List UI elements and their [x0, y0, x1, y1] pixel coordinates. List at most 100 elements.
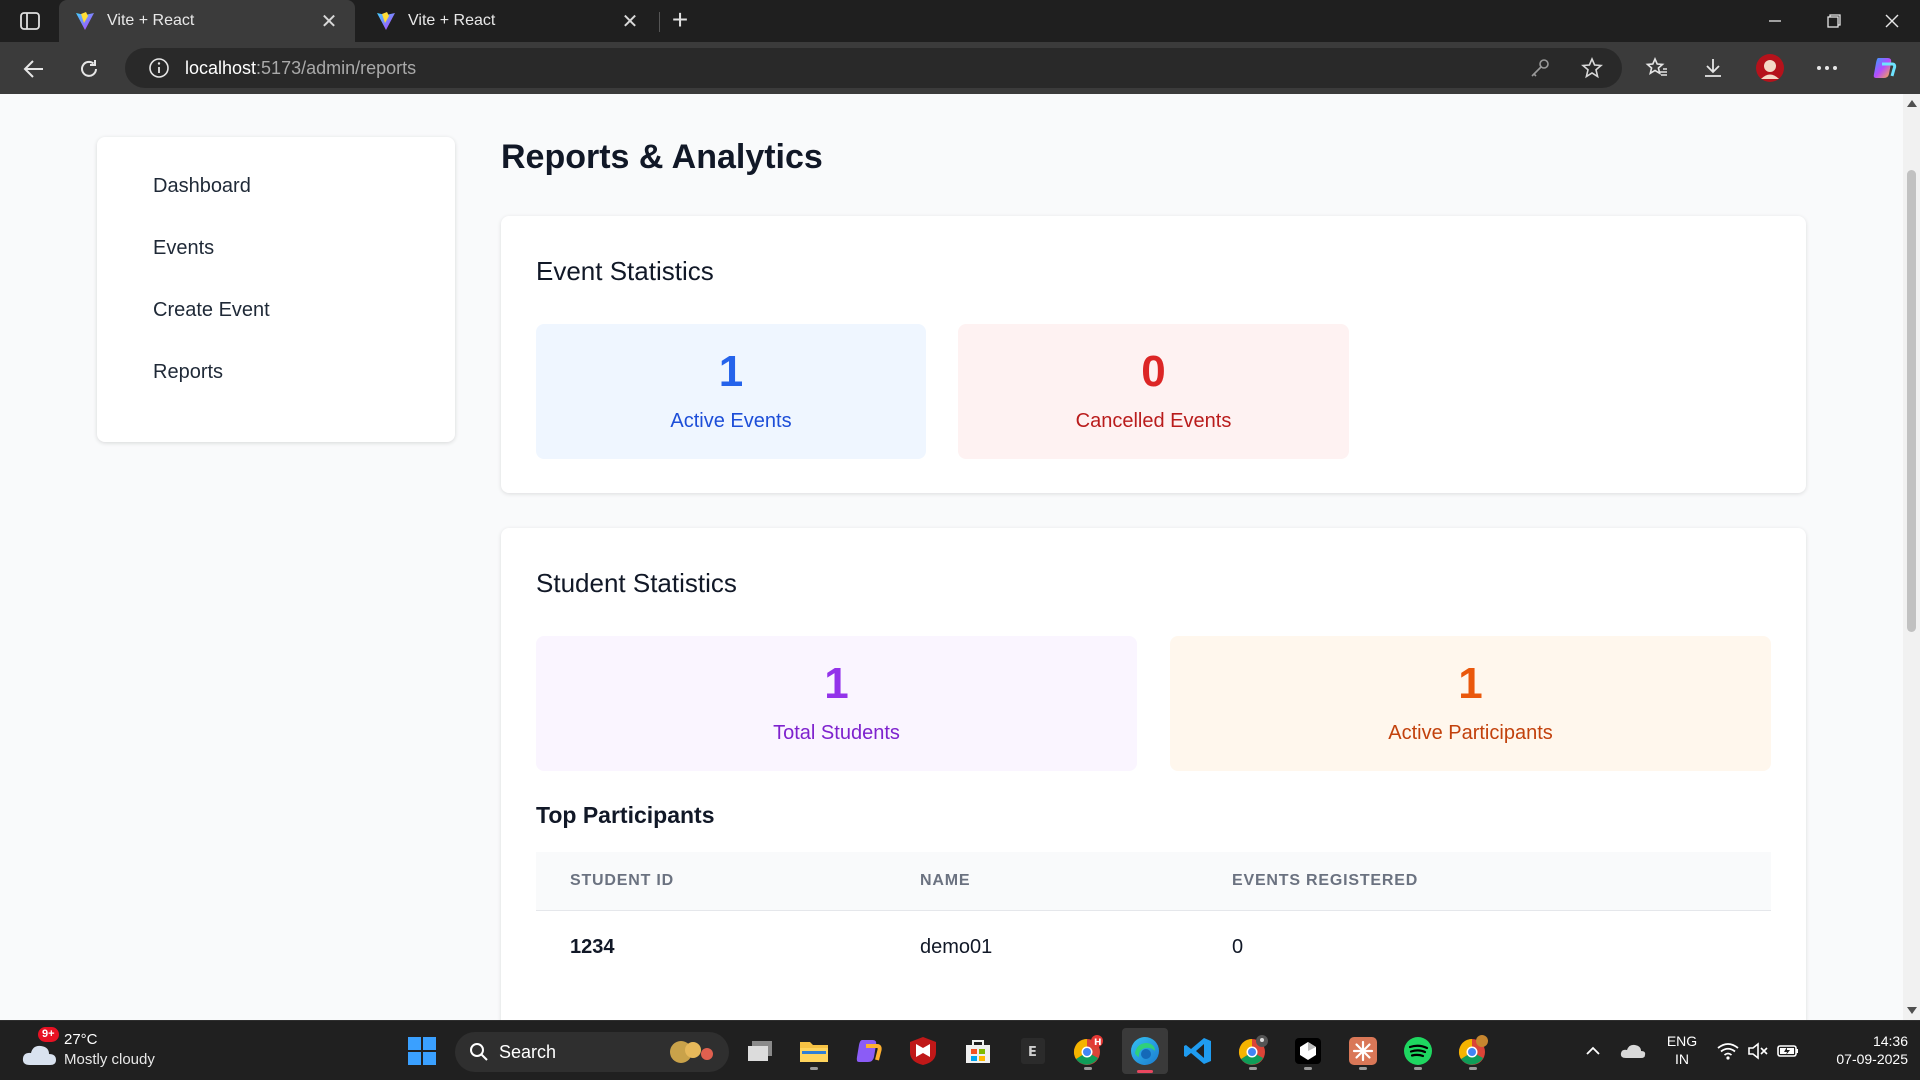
running-indicator	[1414, 1067, 1422, 1070]
weather-temperature: 27°C	[64, 1031, 98, 1048]
top-participants-table: STUDENT ID NAME EVENTS REGISTERED 1234 d…	[536, 852, 1771, 984]
downloads-icon[interactable]	[1699, 54, 1727, 82]
weather-condition: Mostly cloudy	[64, 1051, 155, 1068]
student-statistics-card: Student Statistics 1 Total Students 1 Ac…	[501, 528, 1806, 1020]
file-explorer-icon[interactable]	[794, 1031, 834, 1071]
page-scrollbar[interactable]	[1903, 94, 1920, 1020]
start-button[interactable]	[402, 1031, 442, 1071]
url-text: localhost:5173/admin/reports	[185, 57, 417, 78]
onedrive-icon[interactable]	[1613, 1031, 1653, 1071]
search-highlight-icon	[670, 1041, 713, 1063]
browser-tab-active[interactable]: Vite + React ✕	[59, 0, 355, 42]
svg-text:E: E	[1028, 1045, 1037, 1060]
microsoft-store-icon[interactable]	[958, 1031, 998, 1071]
spotify-icon[interactable]	[1398, 1031, 1438, 1071]
close-tab-icon[interactable]: ✕	[620, 9, 640, 34]
table-header-row: STUDENT ID NAME EVENTS REGISTERED	[536, 852, 1771, 911]
copilot-app-icon[interactable]	[848, 1031, 888, 1071]
clock[interactable]: 14:36 07-09-2025	[1812, 1032, 1908, 1068]
browser-tab-bar: Vite + React ✕ Vite + React ✕ +	[0, 0, 1920, 42]
scroll-up-icon[interactable]	[1907, 100, 1917, 107]
language-indicator[interactable]: ENG IN	[1661, 1032, 1703, 1068]
clock-time: 14:36	[1872, 1033, 1908, 1049]
table-row: 1234 demo01 0	[536, 910, 1771, 984]
running-indicator	[810, 1067, 818, 1070]
sidebar-item-events[interactable]: Events	[97, 234, 455, 296]
cloud-icon	[22, 1045, 56, 1065]
edge-browser-icon[interactable]	[1122, 1028, 1168, 1074]
cell-student-id: 1234	[570, 935, 615, 958]
battery-charging-icon	[1777, 1045, 1798, 1057]
key-icon[interactable]	[1528, 56, 1552, 80]
profile-avatar-icon[interactable]	[1754, 52, 1786, 84]
restore-button[interactable]	[1806, 0, 1862, 42]
sidebar-item-create-event[interactable]: Create Event	[97, 296, 455, 358]
task-view-icon[interactable]	[740, 1031, 780, 1071]
cell-name: demo01	[920, 935, 993, 958]
vite-favicon-icon	[76, 12, 94, 30]
active-events-count: 1	[718, 347, 744, 396]
active-participants-label: Active Participants	[1388, 722, 1553, 744]
show-hidden-icons-chevron-icon[interactable]	[1573, 1031, 1613, 1071]
running-indicator	[1304, 1067, 1312, 1070]
back-button[interactable]	[17, 52, 51, 86]
vscode-icon[interactable]	[1178, 1031, 1218, 1071]
taskbar-search[interactable]: Search	[455, 1032, 729, 1072]
scroll-down-icon[interactable]	[1907, 1007, 1917, 1014]
site-info-icon[interactable]	[147, 56, 171, 80]
column-header-events-registered: EVENTS REGISTERED	[1232, 852, 1771, 911]
column-header-name: NAME	[920, 852, 1232, 911]
browser-tab-inactive[interactable]: Vite + React ✕	[360, 0, 656, 42]
windows-taskbar: 9+ 27°C Mostly cloudy Search E H ENG IN …	[0, 1020, 1920, 1080]
top-participants-title: Top Participants	[536, 802, 715, 828]
favorite-star-icon[interactable]	[1580, 56, 1604, 80]
favorites-icon[interactable]	[1643, 54, 1671, 82]
active-events-stat: 1 Active Events	[536, 324, 926, 459]
vite-favicon-icon	[377, 12, 395, 30]
running-indicator	[1469, 1067, 1477, 1070]
event-statistics-title: Event Statistics	[536, 256, 714, 286]
language-code: ENG	[1666, 1033, 1698, 1049]
column-header-student-id: STUDENT ID	[536, 852, 920, 911]
more-menu-icon[interactable]	[1813, 54, 1841, 82]
chrome-alt-profile-icon[interactable]	[1453, 1031, 1493, 1071]
page-viewport: Dashboard Events Create Event Reports Re…	[0, 94, 1903, 1020]
tab-title: Vite + React	[107, 12, 195, 29]
quick-settings[interactable]	[1706, 1031, 1810, 1071]
copilot-icon[interactable]	[1870, 54, 1898, 82]
tab-actions-icon[interactable]	[14, 9, 46, 33]
reload-button[interactable]	[72, 52, 106, 86]
chrome-profile-icon[interactable]	[1233, 1031, 1273, 1071]
minimize-button[interactable]	[1747, 0, 1803, 42]
sidebar-item-dashboard[interactable]: Dashboard	[97, 172, 455, 234]
running-indicator	[1084, 1067, 1092, 1070]
unity-hub-icon[interactable]	[1288, 1031, 1328, 1071]
wifi-icon	[1717, 1043, 1739, 1060]
active-participants-count: 1	[1458, 659, 1483, 708]
total-students-stat: 1 Total Students	[536, 636, 1137, 771]
claude-icon[interactable]	[1343, 1031, 1383, 1071]
event-statistics-card: Event Statistics 1 Active Events 0 Cance…	[501, 216, 1806, 493]
tab-separator	[659, 12, 660, 32]
chrome-profile-h-icon[interactable]: H	[1068, 1031, 1108, 1071]
new-tab-button[interactable]: +	[665, 6, 695, 34]
epic-games-icon[interactable]: E	[1013, 1031, 1053, 1071]
close-window-button[interactable]	[1864, 0, 1920, 42]
total-students-label: Total Students	[773, 722, 900, 744]
weather-widget[interactable]: 9+ 27°C Mostly cloudy	[22, 1027, 172, 1073]
weather-badge: 9+	[38, 1027, 59, 1042]
address-bar[interactable]: localhost:5173/admin/reports	[125, 48, 1622, 88]
mcafee-icon[interactable]	[903, 1031, 943, 1071]
sidebar-item-reports[interactable]: Reports	[97, 358, 455, 420]
total-students-count: 1	[824, 659, 849, 708]
close-tab-icon[interactable]: ✕	[319, 9, 339, 34]
running-indicator	[1249, 1067, 1257, 1070]
search-placeholder: Search	[499, 1041, 557, 1062]
active-participants-stat: 1 Active Participants	[1170, 636, 1771, 771]
tab-title: Vite + React	[408, 12, 496, 29]
running-indicator	[1359, 1067, 1367, 1070]
page-title: Reports & Analytics	[501, 138, 823, 176]
active-events-label: Active Events	[670, 410, 792, 432]
student-statistics-title: Student Statistics	[536, 568, 737, 598]
scroll-thumb[interactable]	[1907, 170, 1916, 632]
